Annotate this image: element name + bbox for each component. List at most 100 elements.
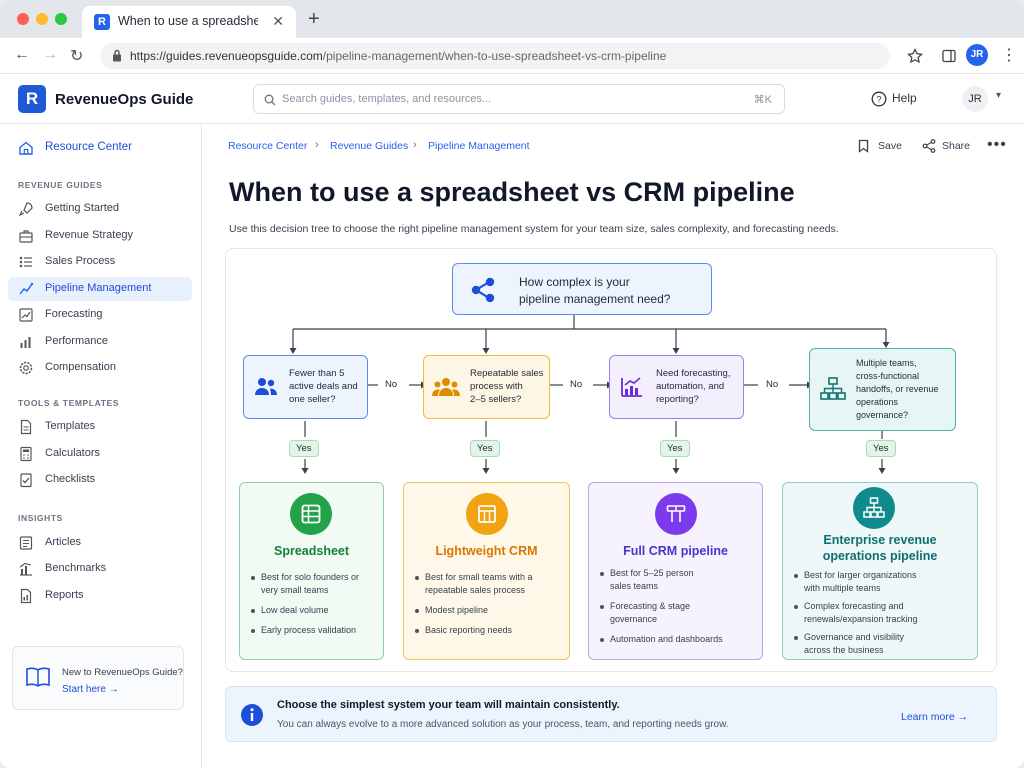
- sidebar-item-getting-started[interactable]: Getting Started: [8, 197, 192, 221]
- network-nodes-icon: [471, 277, 495, 303]
- decision-tree-card: How complex is your pipeline management …: [225, 248, 997, 672]
- share-icon[interactable]: [922, 139, 936, 153]
- question-node-deal-volume: Fewer than 5 active deals and one seller…: [243, 355, 368, 419]
- url-bar[interactable]: https://guides.revenueopsguide.com/pipel…: [100, 43, 890, 69]
- help-icon[interactable]: ?: [871, 91, 887, 107]
- root-question-line: pipeline management need?: [519, 292, 671, 306]
- sidebar-item-label: Sales Process: [45, 255, 116, 267]
- forward-button[interactable]: →: [42, 46, 58, 64]
- browser-profile-avatar[interactable]: JR: [966, 44, 988, 66]
- share-button[interactable]: Share: [942, 140, 970, 152]
- sidebar-item-pipeline-management[interactable]: Pipeline Management: [8, 277, 192, 301]
- article-icon: [19, 536, 33, 550]
- analytics-chart-icon: [621, 377, 642, 397]
- sidebar-item-sales-process[interactable]: Sales Process: [8, 250, 192, 274]
- brand-name[interactable]: RevenueOps Guide: [55, 91, 193, 108]
- url-text: https://guides.revenueopsguide.com/pipel…: [130, 49, 667, 63]
- question-node-multiple-teams: Multiple teams, cross-functional handoff…: [809, 348, 956, 431]
- save-button[interactable]: Save: [878, 140, 902, 152]
- search-placeholder: Search guides, templates, and resources.…: [282, 93, 492, 105]
- sidebar-item-resource-center[interactable]: Resource Center: [8, 136, 192, 160]
- user-avatar[interactable]: JR: [962, 86, 988, 112]
- sidebar-item-revenue-strategy[interactable]: Revenue Strategy: [8, 224, 192, 248]
- tab-close-icon[interactable]: ✕: [272, 13, 284, 30]
- question-line: handoffs, or revenue: [856, 384, 939, 394]
- breadcrumb-revenue-guides[interactable]: Revenue Guides: [330, 140, 408, 152]
- result-bullet: Automation and dashboards: [599, 633, 723, 646]
- more-options-icon[interactable]: •••: [987, 136, 1007, 154]
- question-line: operations: [856, 397, 899, 407]
- root-question-node: How complex is your pipeline management …: [452, 263, 712, 315]
- tab-strip: R When to use a spreadsheet vs CRM pipel…: [0, 0, 1024, 38]
- maximize-window-button[interactable]: [55, 13, 67, 25]
- favicon-icon: R: [94, 14, 110, 30]
- promo-card[interactable]: New to RevenueOps Guide? Start here →: [12, 646, 184, 710]
- back-button[interactable]: ←: [14, 46, 30, 64]
- breadcrumb-separator-icon: ›: [315, 139, 319, 151]
- enterprise-org-icon: [853, 487, 895, 529]
- main-content: Resource Center › Revenue Guides › Pipel…: [202, 124, 1024, 768]
- sidebar-item-reports[interactable]: Reports: [8, 584, 192, 608]
- sidebar-item-benchmarks[interactable]: Benchmarks: [8, 557, 192, 581]
- promo-title: New to RevenueOps Guide?: [62, 667, 183, 678]
- browser-menu-icon[interactable]: ⋮: [1001, 45, 1017, 65]
- sidebar-section-title: TOOLS & TEMPLATES: [18, 398, 120, 408]
- sidebar-item-label: Checklists: [45, 473, 96, 485]
- logo-icon[interactable]: R: [18, 85, 46, 113]
- yes-branch-label: Yes: [866, 440, 896, 457]
- bookmark-star-icon[interactable]: [907, 48, 923, 64]
- result-title: Spreadsheet: [273, 544, 350, 558]
- question-line: Need forecasting,: [656, 368, 731, 379]
- sidebar-toggle-icon[interactable]: [941, 48, 957, 64]
- sidebar-item-compensation[interactable]: Compensation: [8, 356, 192, 380]
- question-line: active deals and: [289, 381, 358, 392]
- new-tab-button[interactable]: +: [308, 8, 320, 31]
- minimize-window-button[interactable]: [36, 13, 48, 25]
- question-line: automation, and: [656, 381, 725, 392]
- sidebar-item-label: Calculators: [45, 447, 101, 459]
- sidebar-item-label: Articles: [45, 536, 82, 548]
- result-bullet: Best for 5–25 person sales teams: [599, 567, 723, 593]
- result-card-lightweight-crm: Lightweight CRM Best for small teams wit…: [403, 482, 570, 660]
- spreadsheet-icon: [290, 493, 332, 535]
- breadcrumb-resource-center[interactable]: Resource Center: [228, 140, 307, 152]
- sidebar-item-articles[interactable]: Articles: [8, 531, 192, 555]
- sidebar-section-title: REVENUE GUIDES: [18, 180, 103, 190]
- result-title: Full CRM pipeline: [623, 544, 728, 558]
- search-input[interactable]: Search guides, templates, and resources.…: [253, 84, 785, 114]
- tab-title: When to use a spreadsheet vs CRM pipelin…: [118, 14, 258, 28]
- sidebar-item-templates[interactable]: Templates: [8, 415, 192, 439]
- question-node-repeatable-process: Repeatable sales process with 2–5 seller…: [423, 355, 550, 419]
- sidebar-item-calculators[interactable]: Calculators: [8, 442, 192, 466]
- search-shortcut: ⌘K: [753, 94, 772, 106]
- promo-link[interactable]: Start here →: [62, 684, 119, 695]
- sidebar-item-checklists[interactable]: Checklists: [8, 468, 192, 492]
- sidebar-item-performance[interactable]: Performance: [8, 330, 192, 354]
- chevron-down-icon[interactable]: ▾: [996, 90, 1001, 101]
- result-title-line: Enterprise revenue: [823, 533, 937, 547]
- bookmark-icon[interactable]: [858, 139, 869, 153]
- result-title: Lightweight CRM: [435, 544, 538, 558]
- document-icon: [20, 419, 32, 435]
- question-line: Repeatable sales: [470, 368, 544, 379]
- address-bar-row: ← → ↻ https://guides.revenueopsguide.com…: [0, 38, 1024, 74]
- result-bullets: Best for larger organizations with multip…: [793, 569, 918, 662]
- browser-tab[interactable]: R When to use a spreadsheet vs CRM pipel…: [82, 6, 296, 38]
- reload-button[interactable]: ↻: [70, 46, 83, 66]
- yes-branch-label: Yes: [660, 440, 690, 457]
- calculator-icon: [20, 446, 32, 462]
- sidebar-item-label: Resource Center: [45, 141, 132, 153]
- close-window-button[interactable]: [17, 13, 29, 25]
- learn-more-link[interactable]: Learn more →: [901, 711, 968, 723]
- no-branch-label: No: [760, 377, 785, 392]
- sidebar-item-label: Compensation: [45, 361, 116, 373]
- sidebar-item-forecasting[interactable]: Forecasting: [8, 303, 192, 327]
- breadcrumb-pipeline-management[interactable]: Pipeline Management: [428, 140, 530, 152]
- pipeline-chart-icon: [19, 282, 34, 295]
- help-link[interactable]: Help: [892, 91, 917, 105]
- result-title-line: operations pipeline: [822, 549, 938, 563]
- question-line: Multiple teams,: [856, 358, 917, 368]
- question-line: one seller?: [289, 394, 336, 405]
- report-icon: [20, 588, 32, 604]
- no-branch-label: No: [564, 377, 589, 392]
